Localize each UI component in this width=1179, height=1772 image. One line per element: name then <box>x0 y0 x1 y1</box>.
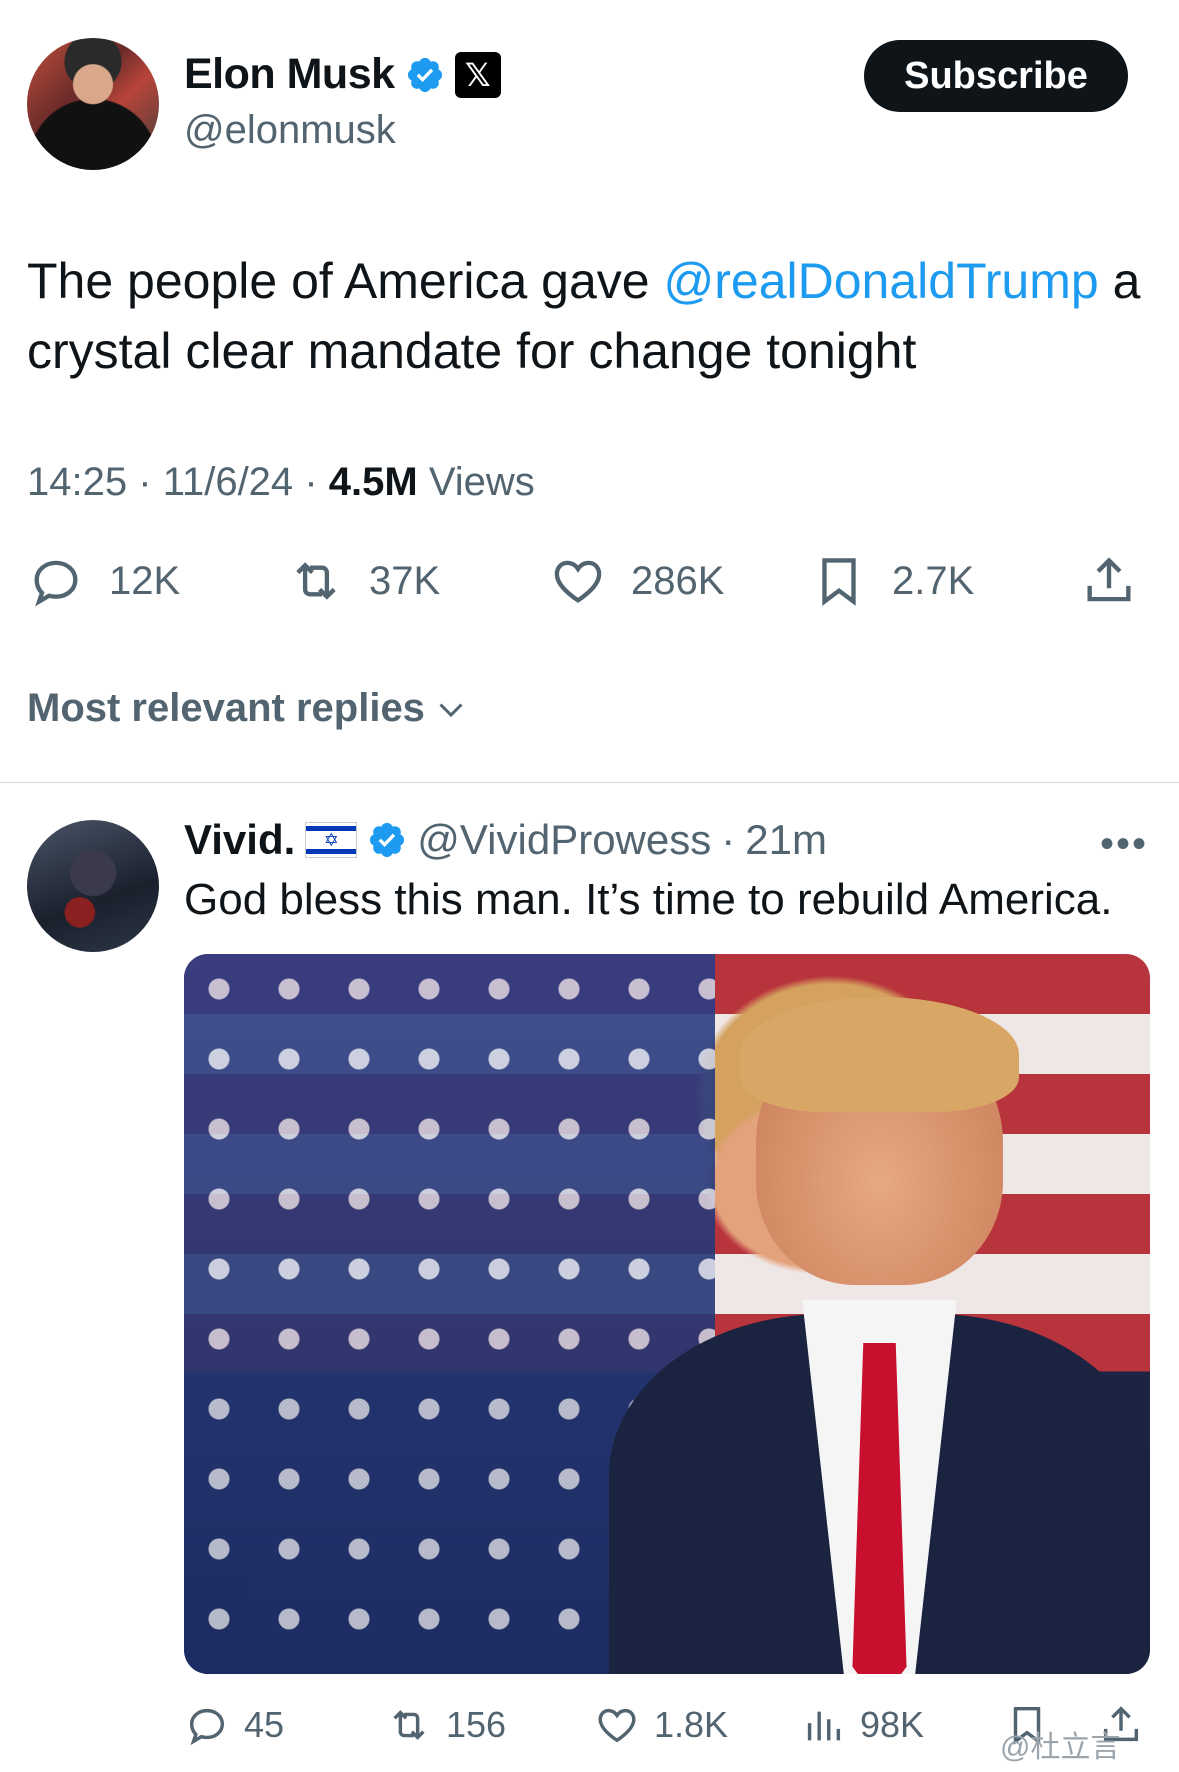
heart-icon <box>554 560 602 603</box>
more-options-icon[interactable]: ••• <box>1100 822 1148 867</box>
reply-like-count: 1.8K <box>654 1704 729 1745</box>
reply-like-action[interactable]: 1.8K <box>594 1702 728 1748</box>
views-count: 4.5M <box>328 460 418 504</box>
like-count: 286K <box>631 558 725 603</box>
reply-author-handle[interactable]: @VividProwess <box>417 816 711 864</box>
meta-separator: · <box>304 460 318 504</box>
author-name[interactable]: Elon Musk <box>184 50 395 99</box>
reply-text: God bless this man. It’s time to rebuild… <box>184 875 1113 924</box>
replies-sort-label: Most relevant replies <box>27 686 425 730</box>
analytics-icon <box>807 1711 841 1741</box>
watermark-text: @杜立言 <box>1000 1731 1121 1764</box>
verified-badge-icon <box>370 822 405 858</box>
chevron-down-icon <box>439 702 463 717</box>
reply-photo[interactable] <box>184 954 1150 1674</box>
mention-link[interactable]: @realDonaldTrump <box>664 253 1099 309</box>
author-avatar[interactable] <box>27 38 159 170</box>
views-label: Views <box>428 460 535 504</box>
reply-action[interactable]: 12K <box>27 552 180 610</box>
israel-flag-icon: ✡ <box>305 822 358 858</box>
replies-sort-dropdown[interactable]: Most relevant replies <box>27 686 469 731</box>
bookmark-action[interactable]: 2.7K <box>810 552 974 610</box>
reply-time[interactable]: 21m <box>745 816 827 864</box>
tweet-meta: 14:25 · 11/6/24 · 4.5M Views <box>27 460 535 505</box>
share-icon <box>1087 557 1131 602</box>
reply-repost-action[interactable]: 156 <box>386 1702 506 1748</box>
repost-icon <box>393 1710 425 1740</box>
x-logo-icon: 𝕏 <box>454 51 501 98</box>
author-handle[interactable]: @elonmusk <box>184 108 396 153</box>
tweet-text: The people of America gave @realDonaldTr… <box>27 246 1157 386</box>
bookmark-icon <box>822 558 856 606</box>
reply-views-count: 98K <box>860 1704 925 1745</box>
section-divider <box>0 782 1179 783</box>
author-name-row[interactable]: Elon Musk 𝕏 <box>184 50 501 99</box>
tweet-text-start: The people of America gave <box>27 253 664 309</box>
reply-avatar[interactable] <box>27 820 159 952</box>
heart-icon <box>598 1708 636 1743</box>
reply-separator: · <box>721 816 736 863</box>
share-action[interactable] <box>1080 552 1138 610</box>
repost-action[interactable]: 37K <box>287 552 440 610</box>
reply-repost-count: 156 <box>446 1704 507 1745</box>
repost-count: 37K <box>369 558 441 603</box>
reply-icon <box>189 1708 225 1746</box>
verified-badge-icon <box>407 57 442 92</box>
like-action[interactable]: 286K <box>549 552 724 610</box>
reply-reply-action[interactable]: 45 <box>184 1702 284 1748</box>
meta-separator: · <box>138 460 152 504</box>
repost-icon <box>296 562 336 600</box>
reply-count: 12K <box>109 558 181 603</box>
reply-reply-count: 45 <box>244 1704 285 1745</box>
reply-header: Vivid. ✡ @VividProwess · 21m <box>184 816 827 864</box>
subscribe-button[interactable]: Subscribe <box>864 40 1128 112</box>
bookmark-count: 2.7K <box>892 558 975 603</box>
reply-author-name[interactable]: Vivid. <box>184 816 295 864</box>
person-figure <box>609 968 1150 1674</box>
reply-icon <box>34 560 78 607</box>
tweet-date[interactable]: 11/6/24 <box>163 460 294 504</box>
reply-views-action[interactable]: 98K <box>800 1702 924 1748</box>
tweet-time[interactable]: 14:25 <box>27 460 127 504</box>
